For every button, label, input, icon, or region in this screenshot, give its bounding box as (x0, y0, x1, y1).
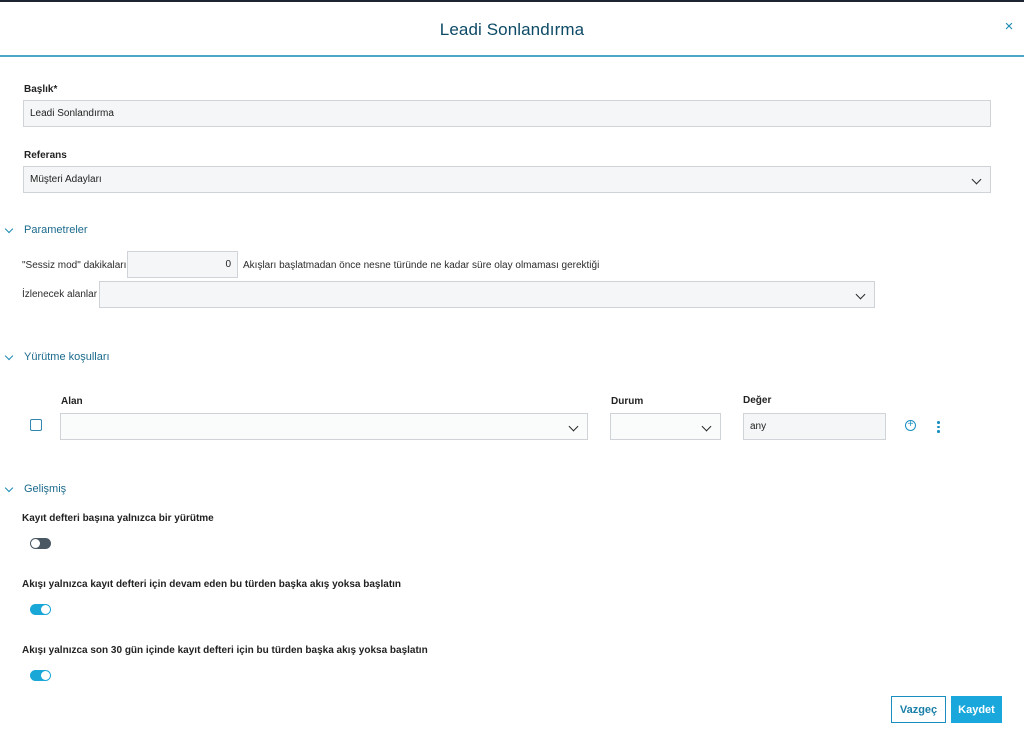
dialog-header: Leadi Sonlandırma × (0, 2, 1024, 57)
title-field-label: Başlık* (24, 84, 58, 95)
advanced-section-header[interactable]: Gelişmiş (4, 483, 66, 495)
toggle-knob (41, 671, 50, 680)
option-label-one-run: Kayıt defteri başına yalnızca bir yürütm… (22, 513, 214, 524)
cancel-button[interactable]: Vazgeç (891, 696, 946, 723)
option-toggle-no-flow-30-days[interactable] (30, 670, 51, 681)
toggle-knob (41, 605, 50, 614)
close-icon[interactable]: × (1002, 19, 1016, 34)
silent-mode-input[interactable]: 0 (127, 251, 238, 278)
chevron-down-icon (701, 421, 712, 432)
silent-mode-label: "Sessiz mod" dakikaları (22, 260, 127, 271)
option-label-no-flow-30-days: Akışı yalnızca son 30 gün içinde kayıt d… (22, 645, 428, 656)
silent-mode-hint: Akışları başlatmadan önce nesne türünde … (243, 260, 600, 271)
condition-status-header: Durum (611, 396, 644, 407)
more-vertical-icon[interactable] (937, 421, 941, 435)
chevron-down-icon (971, 174, 982, 185)
parameters-section-title: Parametreler (24, 224, 88, 236)
chevron-down-icon (4, 351, 14, 360)
option-toggle-no-active-flow[interactable] (30, 604, 51, 615)
condition-value-text: any (750, 421, 767, 432)
reference-select[interactable]: Müşteri Adayları (23, 166, 991, 193)
title-input-value: Leadi Sonlandırma (30, 108, 114, 119)
tracked-fields-label: İzlenecek alanlar (22, 289, 98, 300)
condition-field-select[interactable] (60, 413, 588, 440)
toggle-knob (31, 539, 40, 548)
save-button[interactable]: Kaydet (951, 696, 1002, 723)
chevron-down-icon (855, 289, 866, 300)
silent-mode-value: 0 (225, 259, 231, 270)
condition-status-select[interactable] (610, 413, 721, 440)
option-toggle-one-run[interactable] (30, 538, 51, 549)
condition-row-checkbox[interactable] (30, 419, 42, 431)
conditions-section-title: Yürütme koşulları (24, 351, 110, 363)
condition-field-header: Alan (61, 396, 83, 407)
reference-select-value: Müşteri Adayları (30, 174, 102, 185)
option-label-no-active-flow: Akışı yalnızca kayıt defteri için devam … (22, 579, 402, 590)
chevron-down-icon (4, 224, 14, 233)
chevron-down-icon (4, 483, 14, 492)
condition-value-input[interactable]: any (743, 413, 886, 440)
advanced-section-title: Gelişmiş (24, 483, 67, 495)
conditions-section-header[interactable]: Yürütme koşulları (4, 351, 110, 363)
dialog-title: Leadi Sonlandırma (439, 20, 585, 39)
condition-value-header: Değer (743, 395, 772, 406)
title-input[interactable]: Leadi Sonlandırma (23, 100, 991, 127)
chevron-down-icon (568, 421, 579, 432)
tracked-fields-select[interactable] (99, 281, 875, 308)
add-condition-icon[interactable]: + (905, 420, 916, 431)
reference-field-label: Referans (24, 150, 67, 161)
parameters-section-header[interactable]: Parametreler (4, 224, 88, 236)
